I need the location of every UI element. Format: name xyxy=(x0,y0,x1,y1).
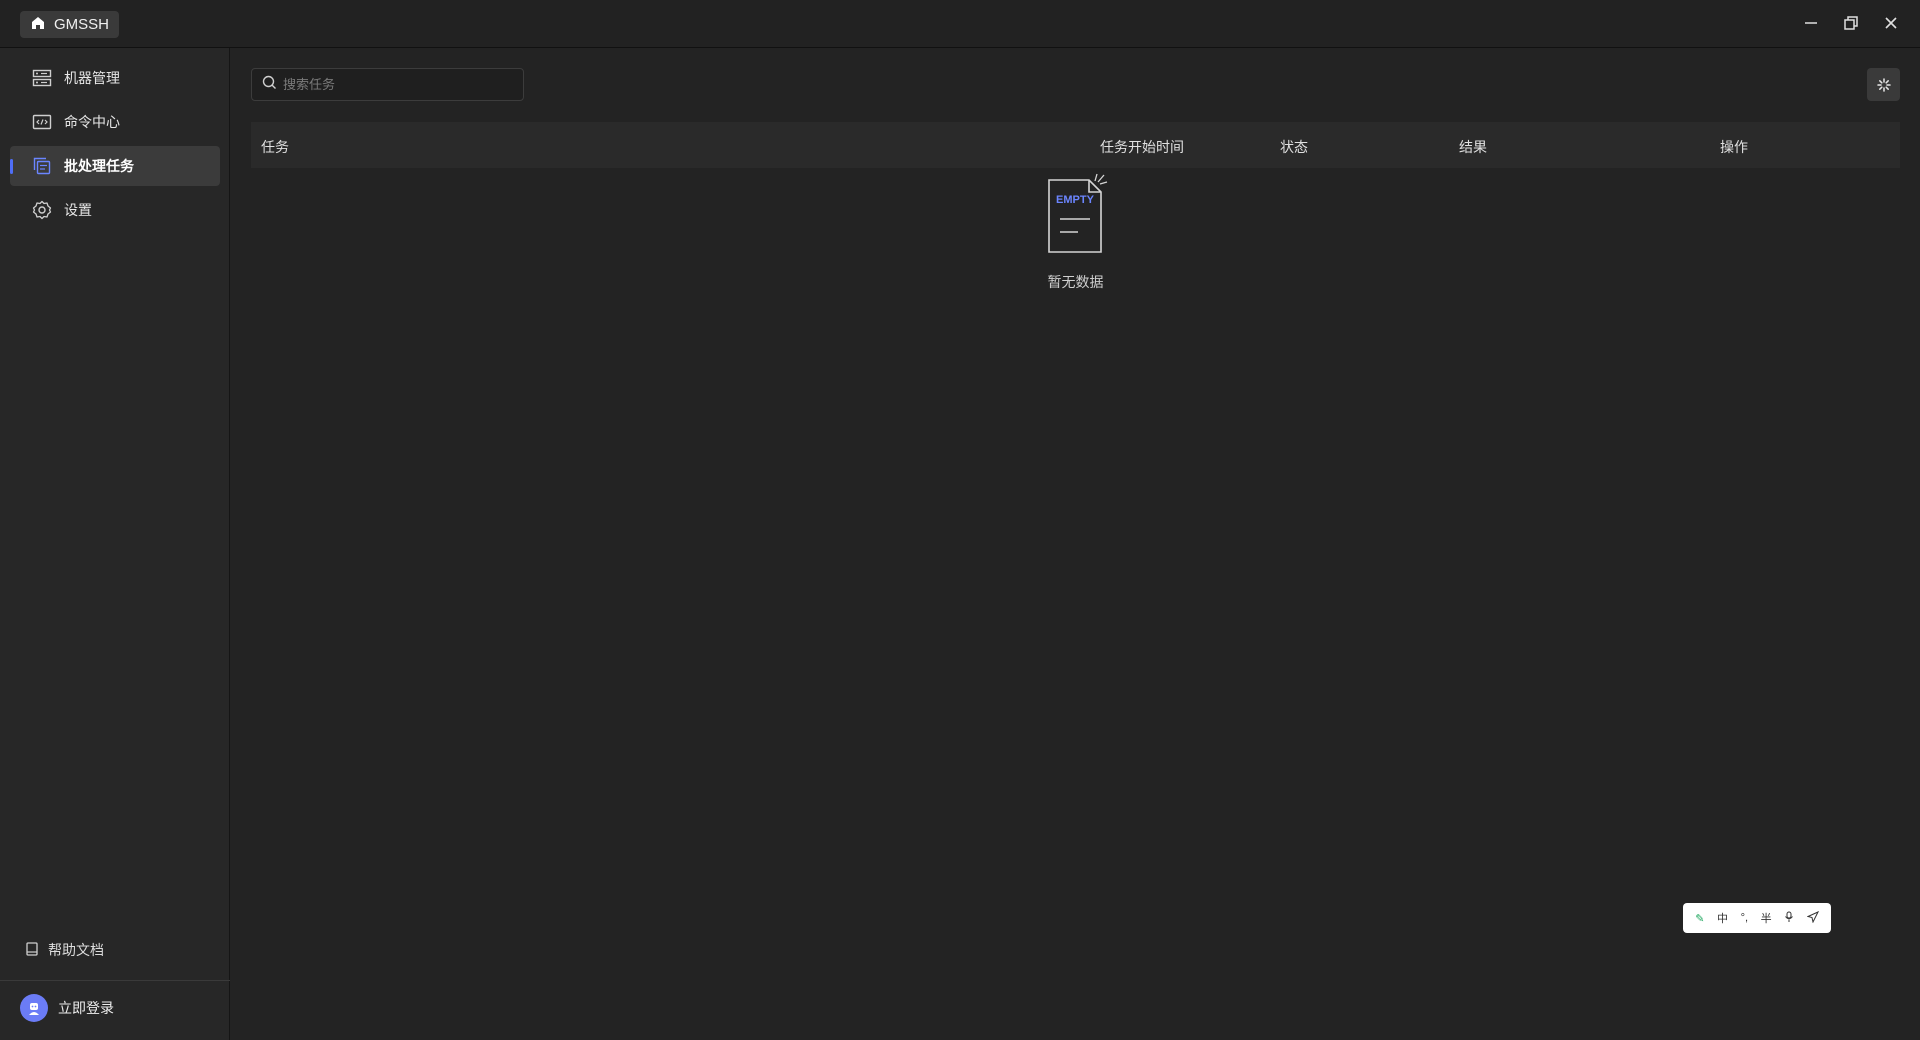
column-header-status[interactable]: 状态 xyxy=(1280,137,1308,157)
sidebar-item-settings[interactable]: 设置 xyxy=(10,190,220,230)
empty-badge: EMPTY xyxy=(1056,194,1095,206)
gear-icon xyxy=(32,200,52,220)
sidebar-item-commands[interactable]: 命令中心 xyxy=(10,102,220,142)
user-icon xyxy=(29,1003,39,1015)
column-header-start-time[interactable]: 任务开始时间 xyxy=(1100,137,1184,157)
ime-width-toggle[interactable]: 半 xyxy=(1761,910,1772,926)
batch-icon xyxy=(32,156,52,176)
loading-icon xyxy=(1876,77,1891,92)
sidebar: 机器管理 命令中心 批处理任务 设置 帮助文档 立即登录 xyxy=(0,48,230,1040)
avatar xyxy=(20,994,48,1022)
home-icon xyxy=(30,15,46,35)
server-icon xyxy=(32,68,52,88)
empty-document-icon: EMPTY xyxy=(1047,173,1107,253)
restore-button[interactable] xyxy=(1840,10,1862,36)
login-button[interactable]: 立即登录 xyxy=(20,994,114,1022)
terminal-icon xyxy=(32,112,52,132)
search-box[interactable] xyxy=(251,68,524,101)
sidebar-item-label: 机器管理 xyxy=(64,70,120,86)
title-bar: GMSSH xyxy=(0,0,1920,48)
restore-icon xyxy=(1844,16,1858,30)
book-icon xyxy=(24,941,40,960)
minimize-icon xyxy=(1805,22,1817,24)
sidebar-divider xyxy=(0,980,230,981)
send-icon[interactable] xyxy=(1806,910,1819,926)
help-docs-link[interactable]: 帮助文档 xyxy=(24,940,104,960)
close-icon xyxy=(1885,17,1897,29)
refresh-button[interactable] xyxy=(1867,68,1900,101)
main-content: 任务 任务开始时间 状态 结果 操作 EMPTY 暂无数据 xyxy=(231,48,1920,1040)
help-docs-label: 帮助文档 xyxy=(48,942,104,958)
login-label: 立即登录 xyxy=(58,1000,114,1016)
column-header-result[interactable]: 结果 xyxy=(1459,137,1487,157)
table-header: 任务 任务开始时间 状态 结果 操作 xyxy=(251,122,1900,168)
column-header-task[interactable]: 任务 xyxy=(261,137,289,157)
column-header-actions[interactable]: 操作 xyxy=(1720,137,1748,157)
empty-text: 暂无数据 xyxy=(1047,274,1104,290)
ime-language-toggle[interactable]: 中 xyxy=(1717,910,1728,926)
app-home-button[interactable]: GMSSH xyxy=(20,11,120,38)
search-icon xyxy=(262,75,277,95)
sidebar-item-batch-tasks[interactable]: 批处理任务 xyxy=(10,146,220,186)
ime-logo-icon[interactable]: ✎ xyxy=(1695,912,1704,925)
search-input[interactable] xyxy=(283,77,513,92)
empty-state: EMPTY 暂无数据 xyxy=(231,172,1920,292)
sidebar-item-machines[interactable]: 机器管理 xyxy=(10,58,220,98)
close-button[interactable] xyxy=(1880,10,1902,36)
sidebar-item-label: 设置 xyxy=(64,202,92,218)
sidebar-item-label: 命令中心 xyxy=(64,114,120,130)
minimize-button[interactable] xyxy=(1800,10,1822,36)
ime-toolbar: ✎ 中 °, 半 xyxy=(1683,903,1831,933)
microphone-icon[interactable] xyxy=(1784,911,1794,926)
sidebar-item-label: 批处理任务 xyxy=(64,158,134,174)
app-title: GMSSH xyxy=(54,16,110,33)
ime-punctuation-toggle[interactable]: °, xyxy=(1741,912,1748,924)
